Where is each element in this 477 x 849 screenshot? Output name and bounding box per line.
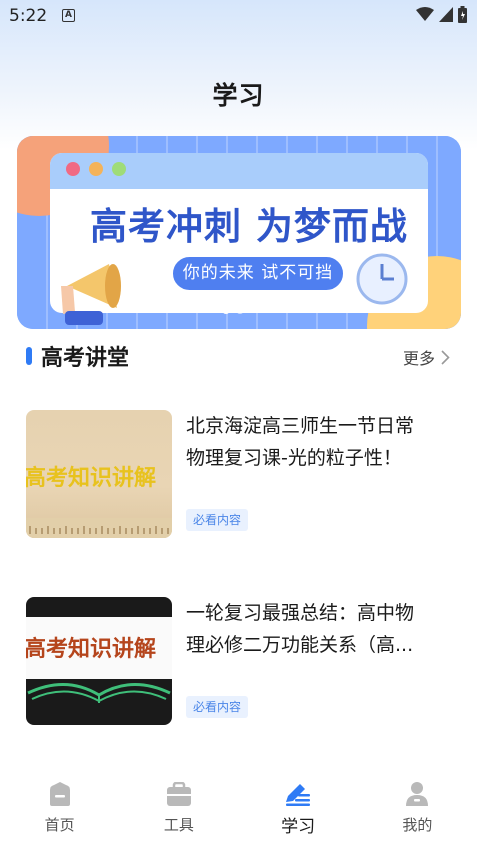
study-pen-icon: [284, 780, 312, 808]
status-time: 5:22: [9, 6, 48, 26]
promo-banner[interactable]: 高考冲刺 为梦而战 你的未来 试不可挡: [17, 136, 461, 329]
item-title-line: 北京海淀高三师生一节日常: [186, 415, 415, 437]
nav-label: 首页: [44, 816, 75, 834]
item-title-line: 物理复习课-光的粒子性！: [186, 447, 402, 469]
toolbox-icon: [165, 780, 193, 808]
item-thumbnail: 高考知识讲解: [26, 410, 172, 538]
nav-label: 我的: [402, 816, 433, 834]
more-label: 更多: [402, 349, 435, 368]
section-title: 高考讲堂: [41, 346, 130, 371]
must-see-tag: 必看内容: [186, 696, 249, 718]
book-graphic: [27, 683, 171, 703]
nav-profile[interactable]: 我的: [358, 770, 477, 849]
nav-tools[interactable]: 工具: [119, 770, 238, 849]
carousel-dot: [236, 306, 244, 314]
item-title: 北京海淀高三师生一节日常 物理复习课-光的粒子性！: [186, 410, 448, 474]
page-title: 学习: [212, 81, 265, 110]
banner-headline: 高考冲刺 为梦而战: [90, 205, 408, 248]
item-thumbnail: 高考知识讲解: [26, 597, 172, 725]
item-title-line: 一轮复习最强总结：高中物: [186, 602, 415, 624]
chevron-right-icon: [441, 349, 450, 365]
thumbnail-caption: 高考知识讲解: [26, 465, 157, 491]
section-accent-bar: [26, 347, 32, 365]
list-item[interactable]: 高考知识讲解 一轮复习最强总结：高中物 理必修二万功能关系（高... 必看内容: [26, 597, 450, 727]
signal-icon: [439, 7, 453, 22]
nav-label: 工具: [163, 816, 194, 834]
section-header: 高考讲堂 更多: [26, 340, 450, 372]
status-icons: [416, 6, 467, 23]
more-link[interactable]: 更多: [403, 345, 450, 369]
profile-icon: [403, 780, 431, 808]
must-see-tag: 必看内容: [186, 509, 249, 531]
list-item[interactable]: 高考知识讲解 北京海淀高三师生一节日常 物理复习课-光的粒子性！ 必看内容: [26, 410, 450, 540]
carousel-dot-active: [222, 306, 230, 314]
nav-study[interactable]: 学习: [239, 770, 358, 849]
wifi-icon: [416, 7, 434, 21]
bottom-nav: 首页 工具 学习 我的: [0, 770, 477, 849]
status-bar: 5:22 A: [0, 0, 477, 32]
item-title: 一轮复习最强总结：高中物 理必修二万功能关系（高...: [186, 597, 448, 661]
nav-home[interactable]: 首页: [0, 770, 119, 849]
nav-label: 学习: [281, 817, 316, 837]
home-icon: [46, 780, 74, 808]
banner-slogan: 你的未来 试不可挡: [171, 255, 345, 292]
battery-icon: [458, 6, 467, 23]
notification-icon: A: [62, 9, 75, 22]
carousel-indicator: [222, 306, 244, 314]
item-title-line: 理必修二万功能关系（高...: [186, 634, 414, 656]
